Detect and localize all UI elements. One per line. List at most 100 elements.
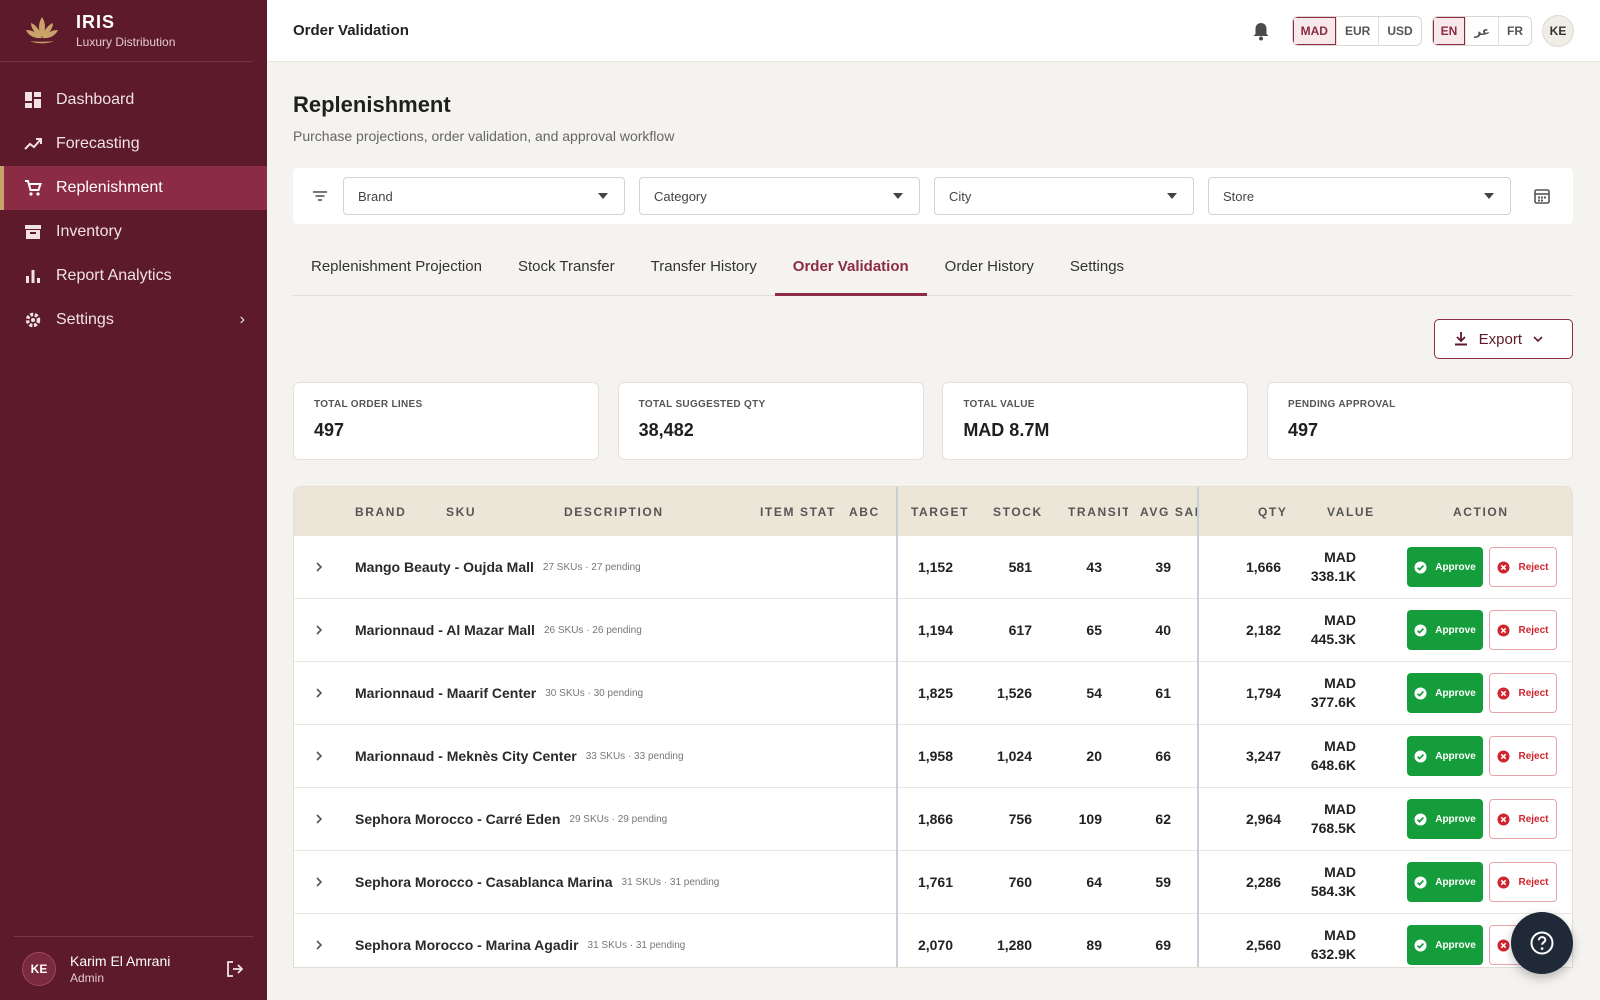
currency-option-mad[interactable]: MAD — [1292, 16, 1337, 45]
cell-qty: 1,666 — [1245, 559, 1281, 575]
tab-transfer-history[interactable]: Transfer History — [633, 238, 775, 295]
expand-row-button[interactable] — [312, 599, 326, 661]
cell-avg-sales: 66 — [1155, 748, 1171, 764]
topbar-title: Order Validation — [293, 22, 409, 39]
cell-avg-sales: 61 — [1155, 685, 1171, 701]
topbar-controls: MAD EUR USD EN عر FR KE — [1250, 14, 1574, 47]
cell-target: 1,958 — [917, 748, 953, 764]
column-header-qty[interactable]: QTY — [1258, 505, 1287, 519]
table-row[interactable]: Marionnaud - Maarif Center 30 SKUs · 30 p… — [294, 662, 1572, 725]
column-header-sku[interactable]: SKU — [446, 505, 476, 519]
check-circle-icon — [1414, 624, 1427, 636]
reject-button[interactable]: Reject — [1489, 547, 1557, 587]
row-sku-count: 30 SKUs · 30 pending — [545, 687, 644, 699]
approve-label: Approve — [1435, 939, 1476, 951]
approve-button[interactable]: Approve — [1407, 862, 1483, 902]
tab-replenishment-projection[interactable]: Replenishment Projection — [293, 238, 500, 295]
column-header-avg-sales[interactable]: AVG SAL — [1140, 505, 1198, 519]
x-circle-icon — [1497, 939, 1510, 951]
expand-row-button[interactable] — [312, 788, 326, 850]
city-select[interactable]: City — [934, 177, 1194, 215]
column-header-abc[interactable]: ABC — [849, 505, 880, 519]
tab-stock-transfer[interactable]: Stock Transfer — [500, 238, 633, 295]
cell-value: MAD 445.3K — [1294, 599, 1356, 661]
caret-down-icon — [893, 193, 903, 199]
logout-icon[interactable] — [225, 959, 245, 979]
sidebar-nav: Dashboard Forecasting Replenishment Inve… — [0, 78, 267, 342]
column-header-description[interactable]: DESCRIPTION — [564, 505, 664, 519]
row-sku-count: 29 SKUs · 29 pending — [569, 813, 668, 825]
reject-button[interactable]: Reject — [1489, 799, 1557, 839]
sidebar-item-report-analytics[interactable]: Report Analytics — [0, 254, 267, 298]
approve-button[interactable]: Approve — [1407, 925, 1483, 965]
category-select[interactable]: Category — [639, 177, 920, 215]
table-row[interactable]: Marionnaud - Meknès City Center 33 SKUs ·… — [294, 725, 1572, 788]
top-avatar[interactable]: KE — [1542, 14, 1574, 47]
export-button[interactable]: Export — [1433, 319, 1573, 359]
brand-select[interactable]: Brand — [343, 177, 625, 215]
sidebar-item-dashboard[interactable]: Dashboard — [0, 78, 267, 122]
cell-avg-sales: 62 — [1155, 811, 1171, 827]
expand-row-button[interactable] — [312, 851, 326, 913]
cell-transit: 109 — [1078, 811, 1102, 827]
expand-row-button[interactable] — [312, 662, 326, 724]
help-button[interactable] — [1511, 912, 1573, 974]
cell-value-currency: MAD — [1324, 738, 1356, 754]
sidebar-item-settings[interactable]: Settings › — [0, 298, 267, 342]
column-header-value[interactable]: VALUE — [1327, 505, 1375, 519]
row-group-label: Marionnaud - Maarif Center 30 SKUs · 30 p… — [355, 662, 643, 724]
chevron-right-icon — [316, 877, 323, 887]
table-row[interactable]: Sephora Morocco - Casablanca Marina 31 SK… — [294, 851, 1572, 914]
cell-value-amount: 768.5K — [1310, 820, 1356, 836]
reject-label: Reject — [1518, 750, 1549, 762]
reject-button[interactable]: Reject — [1489, 736, 1557, 776]
reject-button[interactable]: Reject — [1489, 610, 1557, 650]
tab-bar: Replenishment Projection Stock Transfer … — [293, 238, 1573, 296]
tab-order-validation[interactable]: Order Validation — [774, 238, 927, 296]
reject-button[interactable]: Reject — [1489, 862, 1557, 902]
table-row[interactable]: Sephora Morocco - Carré Eden 29 SKUs · 29… — [294, 788, 1572, 851]
x-circle-icon — [1497, 624, 1510, 636]
sidebar-item-forecasting[interactable]: Forecasting — [0, 122, 267, 166]
column-header-brand[interactable]: BRAND — [355, 505, 406, 519]
approve-button[interactable]: Approve — [1407, 610, 1483, 650]
calendar-icon[interactable] — [1533, 187, 1551, 205]
cell-value-currency: MAD — [1324, 927, 1356, 943]
approve-button[interactable]: Approve — [1407, 673, 1483, 713]
cell-avg-sales: 39 — [1155, 559, 1171, 575]
expand-row-button[interactable] — [312, 725, 326, 787]
sidebar-item-inventory[interactable]: Inventory — [0, 210, 267, 254]
expand-row-button[interactable] — [312, 536, 326, 598]
table-row[interactable]: Marionnaud - Al Mazar Mall 26 SKUs · 26 p… — [294, 599, 1572, 662]
expand-row-button[interactable] — [312, 914, 326, 967]
column-header-transit[interactable]: TRANSIT — [1068, 505, 1128, 519]
cart-icon — [24, 179, 42, 197]
sidebar-item-label: Dashboard — [56, 91, 135, 108]
column-header-item-status[interactable]: ITEM STAT — [760, 505, 840, 519]
reject-button[interactable]: Reject — [1489, 673, 1557, 713]
tab-settings[interactable]: Settings — [1052, 238, 1142, 295]
approve-button[interactable]: Approve — [1407, 799, 1483, 839]
row-store-name: Sephora Morocco - Carré Eden — [355, 811, 561, 827]
language-option-fr[interactable]: FR — [1499, 17, 1531, 45]
bar-chart-icon — [24, 267, 42, 285]
column-header-stock[interactable]: STOCK — [993, 505, 1043, 519]
table-row[interactable]: Mango Beauty - Oujda Mall 27 SKUs · 27 pe… — [294, 536, 1572, 599]
currency-option-eur[interactable]: EUR — [1337, 16, 1380, 45]
filter-icon[interactable] — [311, 187, 329, 205]
cell-value-currency: MAD — [1324, 801, 1356, 817]
cell-value: MAD 648.6K — [1294, 725, 1356, 787]
cell-value-currency: MAD — [1324, 549, 1356, 565]
approve-button[interactable]: Approve — [1407, 547, 1483, 587]
sidebar-item-replenishment[interactable]: Replenishment — [0, 166, 267, 210]
row-group-label: Sephora Morocco - Casablanca Marina 31 SK… — [355, 851, 719, 913]
column-header-target[interactable]: TARGET — [911, 505, 969, 519]
currency-option-usd[interactable]: USD — [1379, 17, 1420, 45]
store-select[interactable]: Store — [1208, 177, 1511, 215]
table-row[interactable]: Sephora Morocco - Marina Agadir 31 SKUs ·… — [294, 914, 1572, 967]
approve-button[interactable]: Approve — [1407, 736, 1483, 776]
language-option-en[interactable]: EN — [1432, 16, 1467, 45]
bell-icon[interactable] — [1250, 20, 1272, 42]
tab-order-history[interactable]: Order History — [927, 238, 1052, 295]
language-option-ar[interactable]: عر — [1466, 16, 1499, 45]
